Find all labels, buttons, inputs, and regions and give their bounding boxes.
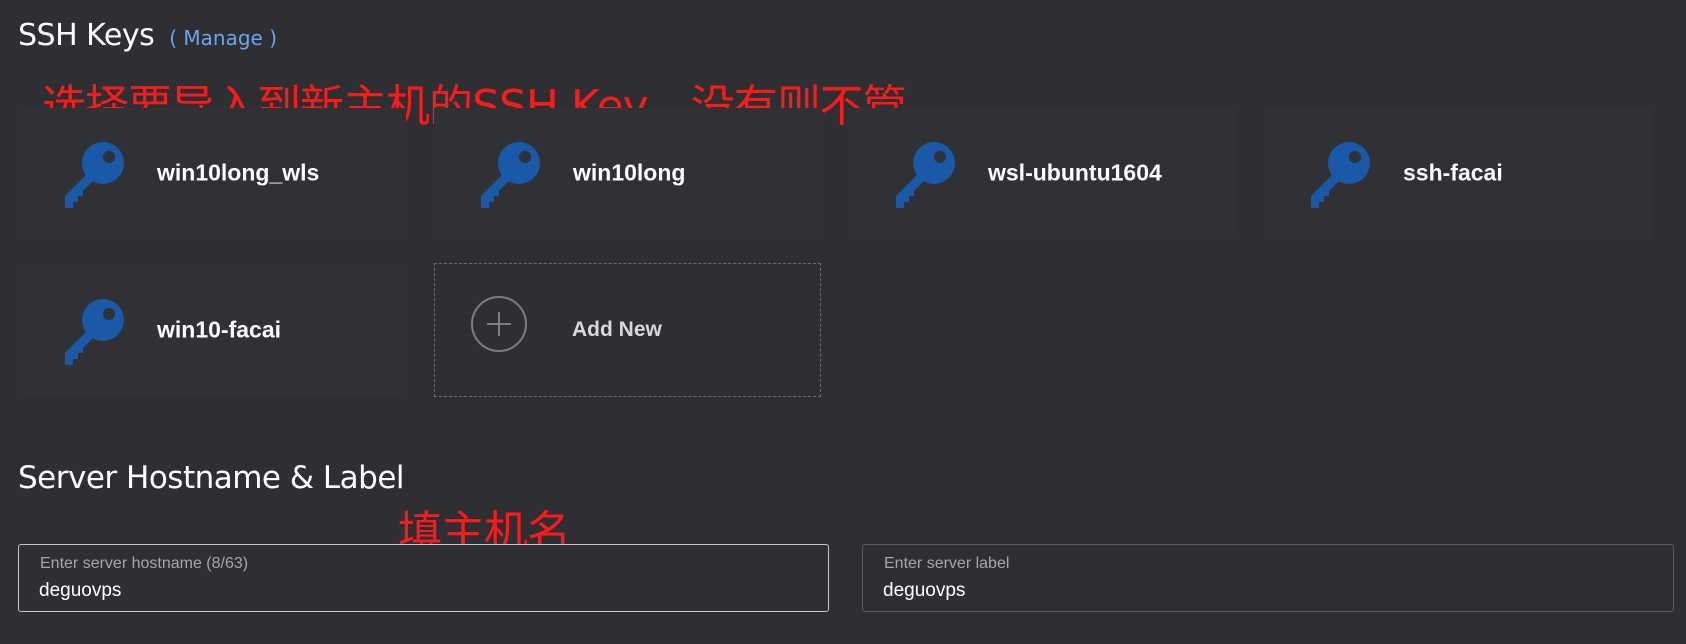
ssh-key-card-win10long[interactable]: win10long — [434, 108, 822, 238]
ssh-key-card-wsl-ubuntu1604[interactable]: wsl-ubuntu1604 — [849, 108, 1237, 238]
hostname-section-title: Server Hostname & Label — [18, 460, 405, 496]
key-icon — [1311, 142, 1370, 208]
plus-circle-icon — [471, 296, 527, 352]
manage-keys-link[interactable]: ( Manage ) — [169, 26, 277, 50]
ssh-key-name: ssh-facai — [1403, 159, 1503, 186]
key-icon — [65, 142, 124, 208]
ssh-key-name: win10-facai — [157, 316, 281, 343]
ssh-keys-title-text: SSH Keys — [18, 18, 155, 53]
ssh-key-name: wsl-ubuntu1604 — [988, 159, 1162, 186]
ssh-key-card-win10-facai[interactable]: win10-facai — [18, 265, 406, 395]
hostname-field-label: Enter server hostname (8/63) — [40, 555, 249, 572]
ssh-key-name: win10long — [573, 159, 686, 186]
hostname-field[interactable]: Enter server hostname (8/63) — [18, 544, 829, 612]
ssh-keys-title: SSH Keys ( Manage ) — [18, 18, 277, 53]
server-label-field-label: Enter server label — [884, 555, 1010, 572]
ssh-key-card-ssh-facai[interactable]: ssh-facai — [1264, 108, 1652, 238]
ssh-key-card-win10long-wls[interactable]: win10long_wls — [18, 108, 406, 238]
ssh-key-name: win10long_wls — [157, 159, 320, 186]
add-new-label: Add New — [572, 318, 662, 341]
key-icon — [896, 142, 955, 208]
hostname-input[interactable] — [39, 578, 799, 604]
add-new-key-button[interactable]: Add New — [434, 263, 821, 397]
server-label-field[interactable]: Enter server label — [862, 544, 1674, 612]
key-icon — [65, 299, 124, 365]
server-label-input[interactable] — [883, 578, 1643, 604]
key-icon — [481, 142, 540, 208]
